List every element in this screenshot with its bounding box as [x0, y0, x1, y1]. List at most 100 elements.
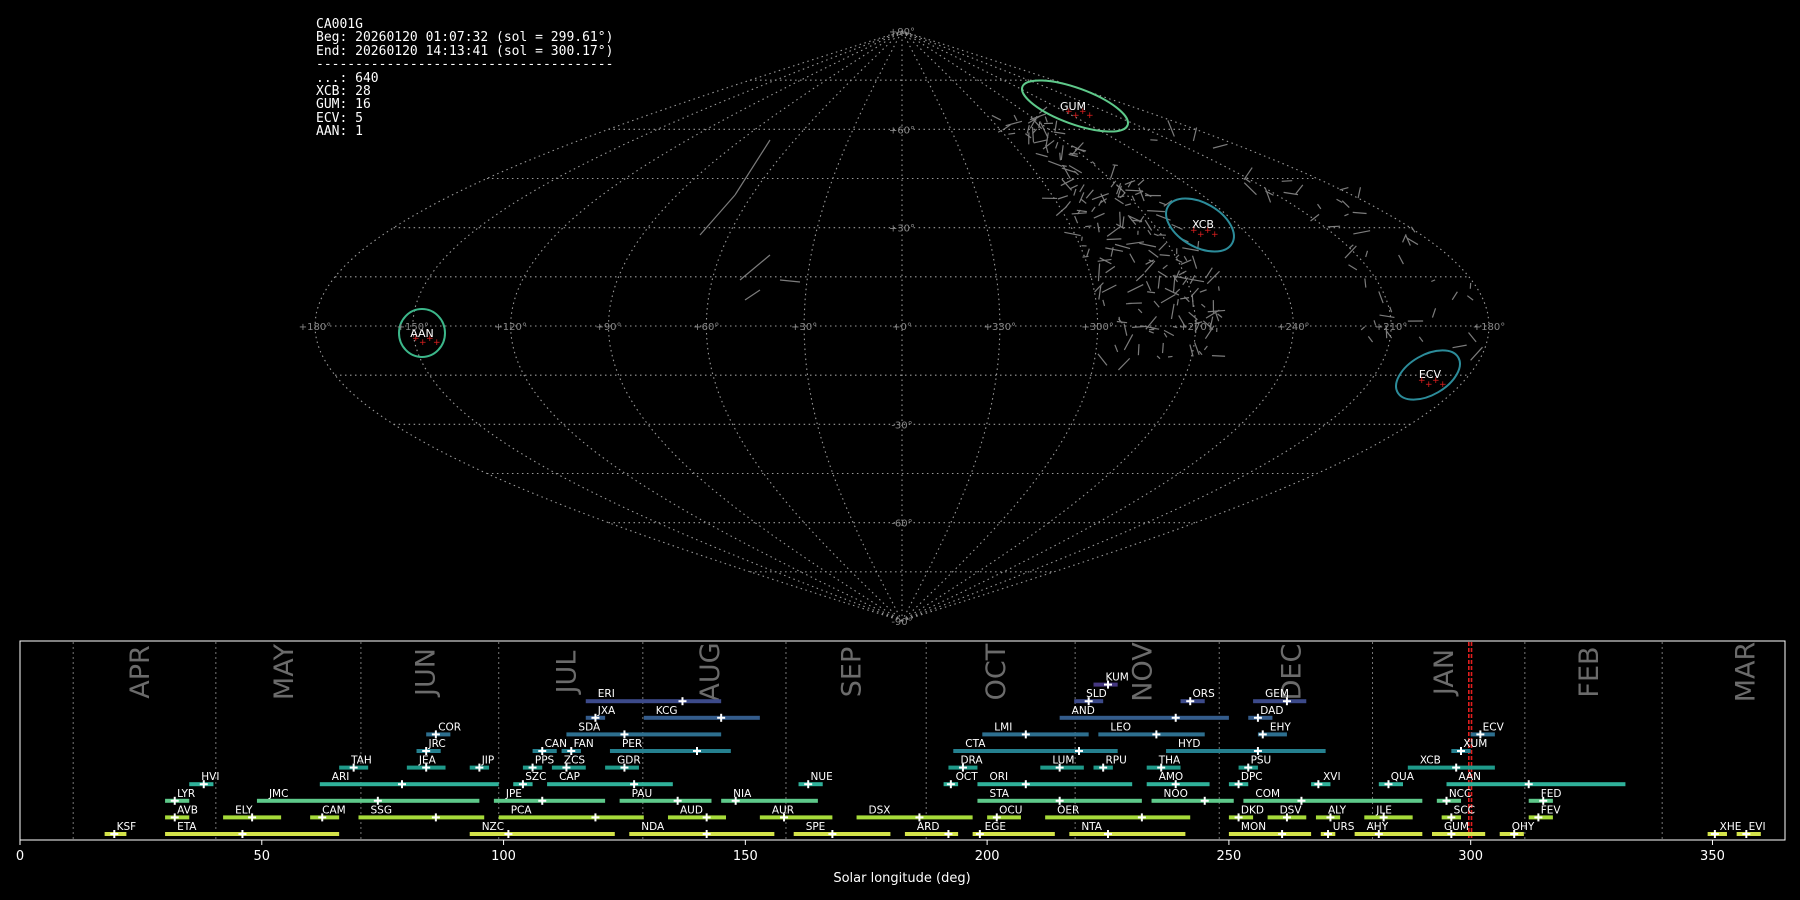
shower-label: XUM [1463, 738, 1487, 750]
shower-urs: URS [1320, 821, 1355, 838]
shower-bar [1364, 815, 1413, 820]
meteor-trail [1162, 264, 1168, 270]
meteor-trail [1468, 332, 1477, 343]
meteor-trail [1156, 355, 1161, 360]
shower-ege: EGE [972, 821, 1055, 838]
lon-label: +270° [1179, 322, 1211, 333]
shower-label: DSX [869, 804, 891, 816]
shower-jxa: JXA [585, 705, 616, 722]
meteor-trail [1123, 323, 1128, 336]
shower-avb: AVB [165, 804, 198, 822]
shower-label: CAP [559, 771, 580, 783]
shower-label: SSG [370, 804, 391, 816]
shower-bar [1069, 832, 1186, 836]
shower-ehy: EHY [1257, 721, 1292, 739]
shower-bar [1228, 782, 1249, 787]
shower-label: NZC [482, 821, 504, 833]
shower-label: FED [1541, 788, 1562, 800]
shower-and: AND [1059, 705, 1229, 722]
meteor-trail [1106, 226, 1120, 237]
lon-label: +0° [892, 322, 912, 333]
meteor-trail [1367, 336, 1374, 343]
shower-scc: SCC [1441, 804, 1475, 822]
shower-xvi: XVI [1311, 771, 1341, 789]
meteor-trail [1147, 291, 1156, 294]
meteor-trail [1163, 332, 1168, 338]
shower-bar [1499, 832, 1524, 836]
shower-bar [1166, 749, 1326, 753]
shower-label: JPE [505, 788, 522, 800]
shower-cor: COR [426, 721, 461, 739]
meteor-trail [1281, 180, 1293, 182]
shower-bar [948, 765, 978, 770]
shower-label: ORI [989, 771, 1008, 783]
shower-label: EHY [1270, 721, 1292, 733]
shower-label: HVI [201, 771, 219, 783]
shower-jmc: JMC [256, 788, 480, 805]
meteor-trail [1203, 345, 1208, 351]
month-label-aug: AUG [695, 642, 726, 701]
shower-label: CAN [545, 738, 567, 750]
shower-bar [977, 782, 1133, 787]
shower-label: JEA [418, 755, 437, 767]
shower-bar [310, 815, 340, 820]
shower-sta: STA [977, 788, 1142, 805]
shower-bar [1093, 682, 1118, 687]
shower-label: GDR [617, 755, 641, 767]
meteor-trail [1175, 254, 1180, 259]
meteor-trail [1057, 195, 1069, 200]
shower-bar [977, 798, 1142, 803]
meteor-marker: + [433, 338, 441, 348]
meteor-trail [1080, 198, 1087, 204]
shower-label: ECV [1483, 721, 1505, 733]
shower-dkd: DKD [1228, 804, 1264, 822]
meteor-trail [1431, 279, 1436, 283]
shower-nta: NTA [1069, 821, 1186, 838]
shower-label: PER [622, 738, 642, 750]
shower-label: PAU [632, 788, 653, 800]
shower-bar [1238, 765, 1258, 770]
shower-dsx: DSX [856, 804, 973, 822]
shower-label: SPE [806, 821, 826, 833]
shower-bar [904, 832, 959, 836]
meteor-trail [1470, 346, 1483, 361]
month-label-oct: OCT [981, 643, 1012, 700]
shower-label: AAN [1459, 771, 1482, 783]
meteor-trail [739, 254, 771, 281]
meridian-line [803, 30, 903, 622]
meteor-trail [1138, 187, 1145, 202]
shower-bar [721, 798, 818, 803]
month-label-feb: FEB [1574, 646, 1605, 697]
shower-label: DRA [960, 755, 983, 767]
shower-label: JIP [481, 755, 495, 767]
shower-rpu: RPU [1093, 755, 1127, 772]
shower-bar [165, 815, 190, 820]
meteor-trail [1176, 299, 1179, 306]
meteor-trail [1172, 325, 1178, 329]
shower-aan: AAN [1446, 771, 1626, 789]
meteor-trail [1348, 264, 1358, 271]
shower-bar [551, 765, 586, 770]
shower-label: ARI [332, 771, 350, 783]
meteor-trail [1059, 152, 1062, 161]
shower-bar [793, 832, 891, 836]
lat-label: +60° [889, 125, 915, 136]
meteor-trail [1191, 255, 1198, 269]
meteor-marker: + [1086, 111, 1094, 121]
shower-bar [1059, 715, 1229, 720]
shower-spe: SPE [793, 821, 891, 838]
shower-bar [619, 798, 712, 803]
meteor-trail [1070, 184, 1078, 190]
shower-tah: TAH [339, 755, 372, 772]
shower-aly: ALY [1315, 804, 1347, 822]
meteor-trail [1124, 203, 1132, 207]
shower-label: COR [438, 721, 461, 733]
meteor-trail [1082, 255, 1089, 258]
x-tick-label: 350 [1700, 849, 1725, 864]
lon-label: +60° [693, 322, 719, 333]
shower-label: ARD [917, 821, 940, 833]
shower-qua: QUA [1378, 771, 1415, 789]
shower-bar [104, 832, 127, 836]
lon-label: +150° [397, 322, 429, 333]
meteor-trail [1243, 167, 1253, 180]
